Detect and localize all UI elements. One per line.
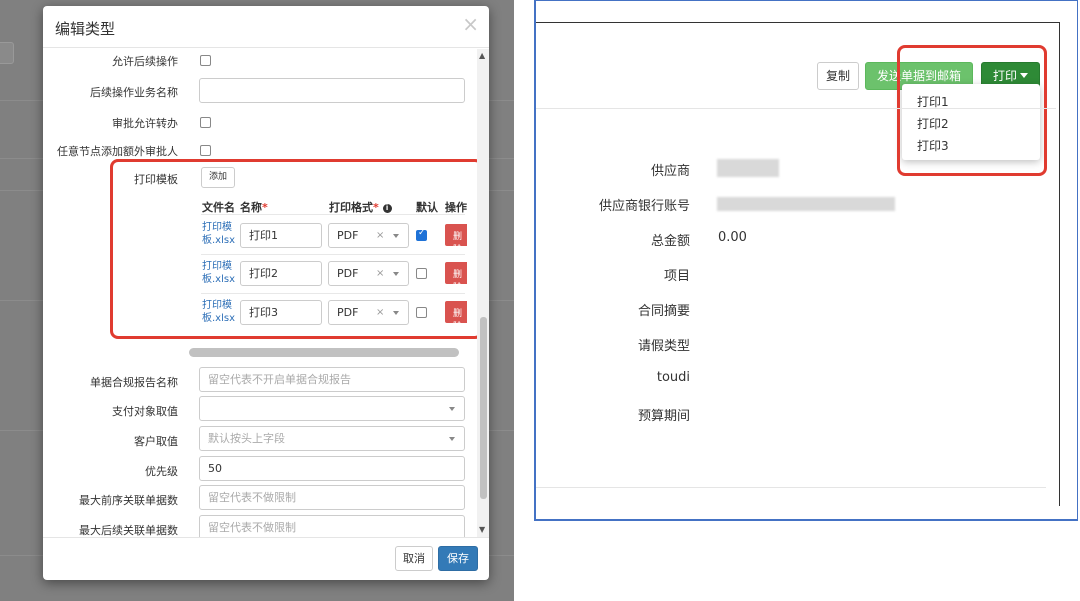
allow-followup-label: 允许后续操作	[112, 55, 178, 68]
save-button[interactable]: 保存	[438, 546, 478, 571]
max-prev-linked-label: 最大前序关联单据数	[79, 494, 178, 507]
close-icon[interactable]: ×	[462, 14, 479, 34]
priority-input[interactable]: 50	[199, 456, 465, 481]
modal-footer: 取消 保存	[43, 537, 489, 580]
allow-followup-checkbox[interactable]	[200, 55, 211, 66]
scrollbar-thumb[interactable]	[480, 317, 487, 499]
contract-summary-label: 合同摘要	[637, 304, 690, 319]
approval-transfer-label: 审批允许转办	[112, 117, 178, 130]
customer-value-select[interactable]: 默认按头上字段	[199, 426, 465, 451]
chevron-down-icon	[449, 407, 455, 411]
header-divider	[536, 108, 1056, 109]
scroll-up-icon[interactable]: ▲	[479, 51, 485, 60]
footer-divider	[536, 487, 1046, 488]
payee-value-select[interactable]	[199, 396, 465, 421]
chevron-down-icon	[449, 437, 455, 441]
horizontal-scrollbar[interactable]	[189, 348, 459, 357]
total-amount-label: 总金额	[650, 234, 690, 249]
supplier-label: 供应商	[650, 164, 690, 179]
project-label: 项目	[663, 269, 690, 284]
highlight-box	[897, 45, 1047, 176]
max-next-linked-label: 最大后续关联单据数	[79, 524, 178, 537]
scroll-down-icon[interactable]: ▼	[479, 525, 485, 534]
right-screenshot: 复制 发送单据到邮箱 打印 打印1 打印2 打印3 供应商 供应商银行账号 总金…	[534, 0, 1080, 521]
highlight-box	[110, 159, 483, 339]
add-approvers-label: 任意节点添加额外审批人	[57, 145, 178, 158]
compliance-report-input[interactable]: 留空代表不开启单据合规报告	[199, 367, 465, 392]
total-amount-value: 0.00	[718, 230, 747, 245]
modal-body: 允许后续操作 后续操作业务名称 审批允许转办 任意节点添加额外审批人 打印模板 …	[43, 49, 489, 537]
redacted-value	[717, 197, 895, 211]
redacted-value	[717, 159, 779, 177]
payee-value-label: 支付对象取值	[112, 405, 178, 418]
edit-type-modal: 编辑类型 × 允许后续操作 后续操作业务名称 审批允许转办 任意节点添加额外审批…	[43, 6, 489, 580]
cancel-button[interactable]: 取消	[395, 546, 433, 571]
add-approvers-checkbox[interactable]	[200, 145, 211, 156]
compliance-report-label: 单据合规报告名称	[90, 376, 178, 389]
customer-value-label: 客户取值	[134, 435, 178, 448]
max-next-linked-input[interactable]: 留空代表不做限制	[199, 515, 465, 537]
toudi-label: toudi	[656, 370, 690, 385]
followup-name-label: 后续操作业务名称	[90, 86, 178, 99]
modal-title: 编辑类型	[55, 20, 116, 38]
copy-button[interactable]: 复制	[817, 62, 859, 90]
supplier-account-label: 供应商银行账号	[598, 199, 690, 214]
approval-transfer-checkbox[interactable]	[200, 117, 211, 128]
max-prev-linked-input[interactable]: 留空代表不做限制	[199, 485, 465, 510]
priority-label: 优先级	[145, 465, 178, 478]
background-button	[0, 42, 14, 64]
followup-name-input[interactable]	[199, 78, 465, 103]
modal-header: 编辑类型 ×	[43, 6, 489, 48]
leave-type-label: 请假类型	[637, 339, 690, 354]
budget-period-label: 预算期间	[637, 409, 690, 424]
left-screenshot: 编辑类型 × 允许后续操作 后续操作业务名称 审批允许转办 任意节点添加额外审批…	[0, 0, 514, 601]
